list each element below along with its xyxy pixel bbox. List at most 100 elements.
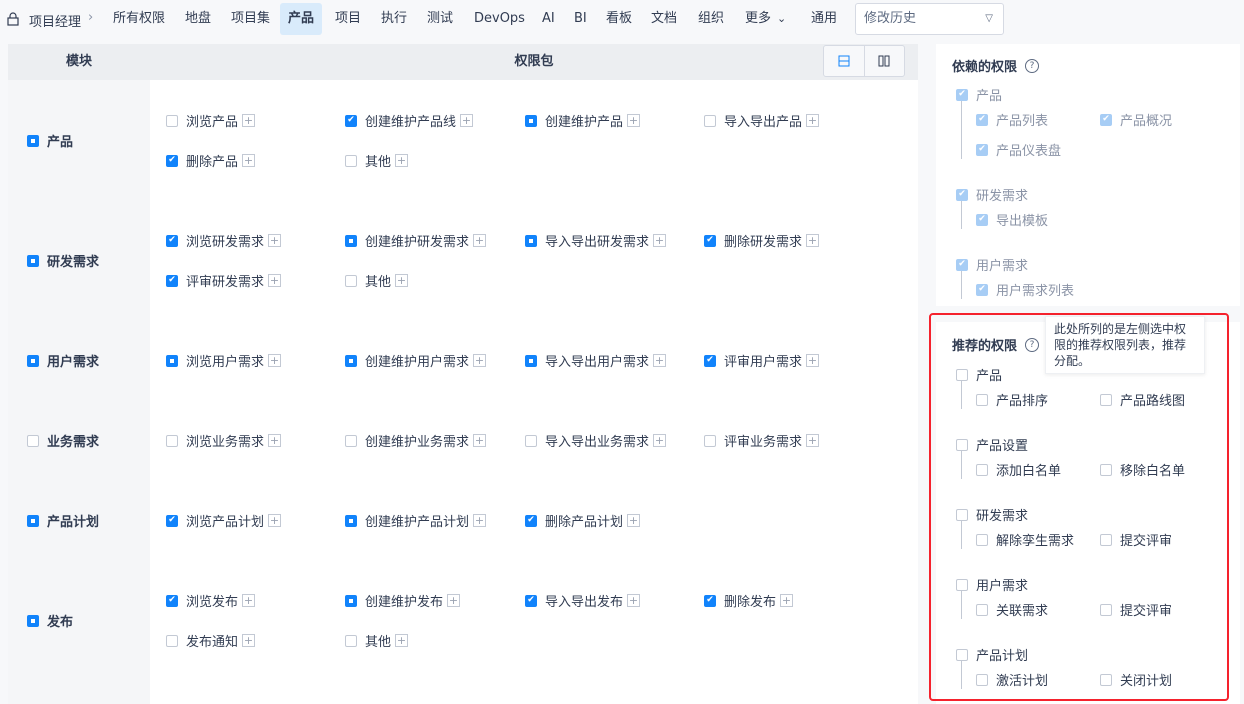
checkbox-partial[interactable]: [27, 354, 39, 367]
expand-plus-icon[interactable]: +: [806, 434, 820, 447]
tab-10[interactable]: 看板: [598, 3, 640, 35]
history-select[interactable]: 修改历史 ▽: [855, 3, 1004, 35]
checkbox-unchecked[interactable]: [166, 634, 178, 647]
checkbox-checked[interactable]: ✔: [704, 234, 716, 247]
module-5[interactable]: 发布: [27, 611, 73, 630]
checkbox-checked[interactable]: ✔: [1100, 113, 1112, 126]
checkbox-checked[interactable]: ✔: [956, 88, 968, 101]
tab-6[interactable]: 测试: [419, 3, 461, 35]
module-3[interactable]: 业务需求: [27, 431, 99, 450]
permission-item[interactable]: ✔ 浏览产品计划 +: [166, 511, 282, 530]
tab-13[interactable]: 更多 ⌄: [737, 3, 794, 35]
checkbox-unchecked[interactable]: [345, 434, 357, 447]
permission-item[interactable]: ✔ 删除发布 +: [704, 591, 794, 610]
expand-plus-icon[interactable]: +: [627, 114, 641, 127]
checkbox-unchecked[interactable]: [345, 274, 357, 287]
expand-plus-icon[interactable]: +: [242, 114, 256, 127]
checkbox-partial[interactable]: [525, 114, 537, 127]
checkbox-partial[interactable]: [525, 354, 537, 367]
permission-item[interactable]: 导入导出用户需求 +: [525, 351, 667, 370]
help-icon[interactable]: ?: [1025, 58, 1040, 73]
expand-plus-icon[interactable]: +: [242, 594, 256, 607]
group-0[interactable]: ✔ 产品: [956, 85, 1002, 104]
permission-item[interactable]: ✔ 用户需求列表: [976, 280, 1074, 299]
checkbox-unchecked[interactable]: [166, 114, 178, 127]
checkbox-checked[interactable]: ✔: [976, 113, 988, 126]
permission-item[interactable]: 发布通知 +: [166, 631, 256, 650]
expand-plus-icon[interactable]: +: [473, 434, 487, 447]
checkbox-partial[interactable]: [525, 234, 537, 247]
checkbox-unchecked[interactable]: [704, 434, 716, 447]
tab-8[interactable]: AI: [534, 3, 563, 35]
breadcrumb-role[interactable]: 项目经理: [29, 11, 81, 30]
expand-plus-icon[interactable]: +: [268, 354, 282, 367]
expand-plus-icon[interactable]: +: [627, 514, 641, 527]
expand-plus-icon[interactable]: +: [653, 354, 667, 367]
permission-item[interactable]: ✔ 浏览研发需求 +: [166, 231, 282, 250]
checkbox-checked[interactable]: ✔: [525, 594, 537, 607]
expand-plus-icon[interactable]: +: [473, 514, 487, 527]
checkbox-checked[interactable]: ✔: [704, 594, 716, 607]
checkbox-checked[interactable]: ✔: [166, 594, 178, 607]
permission-item[interactable]: ✔ 删除产品计划 +: [525, 511, 641, 530]
permission-item[interactable]: 创建维护产品 +: [525, 111, 641, 130]
expand-plus-icon[interactable]: +: [473, 234, 487, 247]
checkbox-partial[interactable]: [27, 254, 39, 267]
permission-item[interactable]: 创建维护发布 +: [345, 591, 461, 610]
expand-plus-icon[interactable]: +: [653, 234, 667, 247]
expand-plus-icon[interactable]: +: [473, 354, 487, 367]
checkbox-checked[interactable]: ✔: [166, 514, 178, 527]
checkbox-partial[interactable]: [345, 234, 357, 247]
permission-item[interactable]: 浏览产品 +: [166, 111, 256, 130]
permission-item[interactable]: 创建维护研发需求 +: [345, 231, 487, 250]
permission-item[interactable]: ✔ 创建维护产品线 +: [345, 111, 474, 130]
expand-plus-icon[interactable]: +: [806, 234, 820, 247]
list-view-button[interactable]: [824, 46, 864, 76]
tab-1[interactable]: 地盘: [177, 3, 219, 35]
expand-plus-icon[interactable]: +: [653, 434, 667, 447]
permission-item[interactable]: 其他 +: [345, 271, 409, 290]
permission-item[interactable]: ✔ 产品列表: [976, 110, 1048, 129]
checkbox-unchecked[interactable]: [27, 434, 39, 447]
permission-item[interactable]: 评审业务需求 +: [704, 431, 820, 450]
expand-plus-icon[interactable]: +: [447, 594, 461, 607]
expand-plus-icon[interactable]: +: [268, 514, 282, 527]
expand-plus-icon[interactable]: +: [268, 274, 282, 287]
checkbox-checked[interactable]: ✔: [704, 354, 716, 367]
tab-9[interactable]: BI: [566, 3, 595, 35]
permission-item[interactable]: 创建维护业务需求 +: [345, 431, 487, 450]
tab-2[interactable]: 项目集: [223, 3, 278, 35]
checkbox-checked[interactable]: ✔: [525, 514, 537, 527]
permission-item[interactable]: ✔ 删除研发需求 +: [704, 231, 820, 250]
expand-plus-icon[interactable]: +: [268, 434, 282, 447]
checkbox-unchecked[interactable]: [525, 434, 537, 447]
permission-item[interactable]: 导入导出研发需求 +: [525, 231, 667, 250]
permission-item[interactable]: ✔ 评审研发需求 +: [166, 271, 282, 290]
tab-11[interactable]: 文档: [643, 3, 685, 35]
checkbox-unchecked[interactable]: [345, 634, 357, 647]
tab-4[interactable]: 项目: [327, 3, 369, 35]
checkbox-partial[interactable]: [345, 354, 357, 367]
permission-item[interactable]: ✔ 产品仪表盘: [976, 140, 1061, 159]
checkbox-checked[interactable]: ✔: [166, 234, 178, 247]
permission-item[interactable]: ✔ 导出模板: [976, 210, 1048, 229]
checkbox-partial[interactable]: [27, 514, 39, 527]
tab-14[interactable]: 通用: [803, 3, 845, 35]
tab-5[interactable]: 执行: [373, 3, 415, 35]
checkbox-checked[interactable]: ✔: [956, 258, 968, 271]
permission-item[interactable]: ✔ 导入导出发布 +: [525, 591, 641, 610]
expand-plus-icon[interactable]: +: [395, 634, 409, 647]
expand-plus-icon[interactable]: +: [268, 234, 282, 247]
checkbox-checked[interactable]: ✔: [976, 283, 988, 296]
tab-12[interactable]: 组织: [690, 3, 732, 35]
expand-plus-icon[interactable]: +: [395, 274, 409, 287]
checkbox-checked[interactable]: ✔: [166, 154, 178, 167]
module-1[interactable]: 研发需求: [27, 251, 99, 270]
checkbox-partial[interactable]: [345, 514, 357, 527]
permission-item[interactable]: 导入导出业务需求 +: [525, 431, 667, 450]
expand-plus-icon[interactable]: +: [627, 594, 641, 607]
checkbox-unchecked[interactable]: [704, 114, 716, 127]
permission-item[interactable]: 创建维护用户需求 +: [345, 351, 487, 370]
expand-plus-icon[interactable]: +: [806, 354, 820, 367]
permission-item[interactable]: 创建维护产品计划 +: [345, 511, 487, 530]
